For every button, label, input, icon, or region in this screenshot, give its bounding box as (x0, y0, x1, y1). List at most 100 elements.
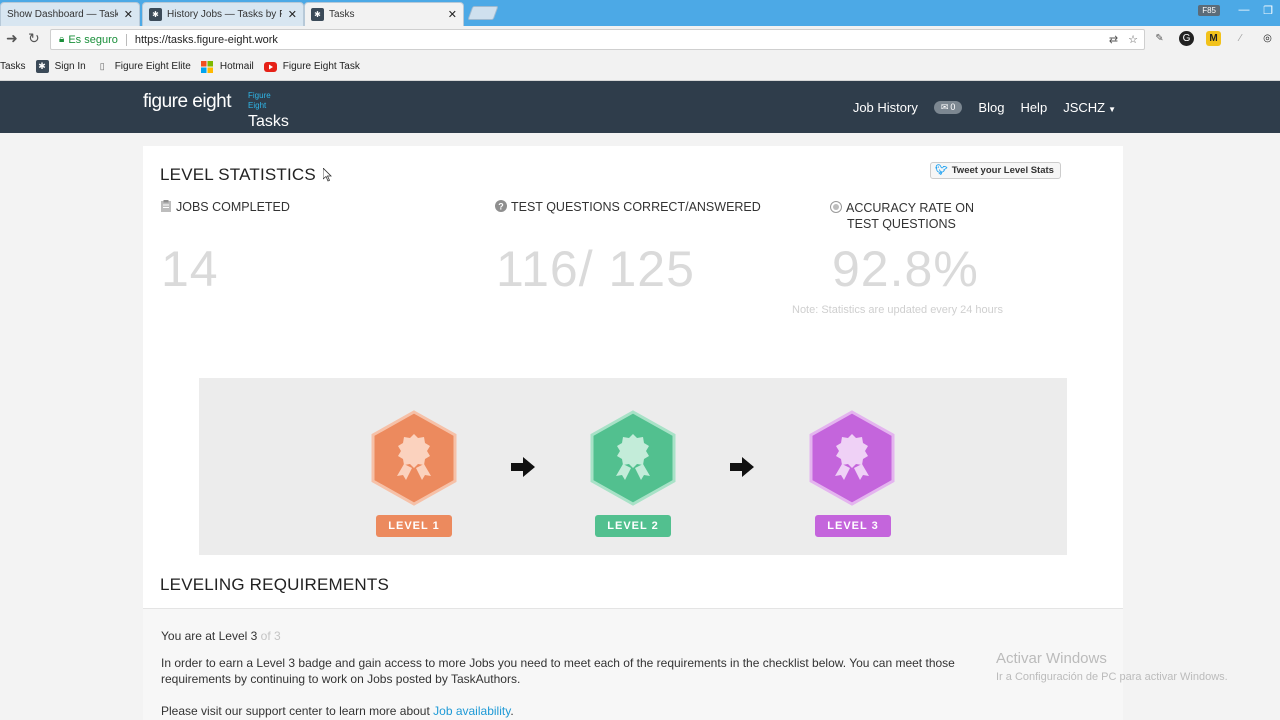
lock-icon: 🔒︎ (59, 34, 65, 45)
level-statistics-panel: LEVEL STATISTICS 🐦︎ Tweet your Level Sta… (143, 146, 1123, 608)
description-line: In order to earn a Level 3 badge and gai… (161, 656, 955, 670)
bookmark-hotmail[interactable]: Hotmail (201, 60, 254, 73)
close-icon[interactable]: ✕ (124, 8, 133, 21)
page-title: LEVEL STATISTICS (160, 165, 316, 184)
close-icon[interactable]: ✕ (288, 8, 297, 21)
figure-eight-favicon-icon: ✱ (35, 60, 49, 73)
url-bar[interactable]: 🔒︎ Es seguro https://tasks.figure-eight.… (50, 29, 1145, 50)
figure-eight-favicon-icon: ✱ (311, 8, 324, 21)
close-icon[interactable]: ✕ (448, 8, 457, 21)
nav-blog[interactable]: Blog (978, 100, 1004, 115)
accuracy-label: ACCURACY RATE ON TEST QUESTIONS (830, 200, 974, 232)
bookmark-figure-eight-task[interactable]: Figure Eight Task (263, 60, 360, 73)
mouse-cursor-icon (323, 168, 332, 182)
windows-logo-icon (201, 60, 214, 73)
figure-eight-favicon-icon: ✱ (149, 8, 162, 21)
support-prefix: Please visit our support center to learn… (161, 704, 430, 718)
stat-label: TEST QUESTIONS (847, 217, 956, 231)
bookmark-label: Hotmail (219, 61, 254, 72)
grammarly-icon[interactable]: G (1179, 31, 1194, 46)
level-2-label: LEVEL 2 (595, 515, 671, 537)
watermark-title: Activar Windows (996, 650, 1107, 667)
question-circle-icon: ? (495, 200, 507, 212)
divider (125, 33, 127, 46)
feather-extension-icon[interactable]: ⁄ (1233, 31, 1248, 46)
secure-label: Es seguro (68, 33, 118, 46)
test-questions-value: 116/ 125 (496, 241, 695, 297)
requirements-description: In order to earn a Level 3 badge and gai… (161, 655, 1121, 687)
jobs-completed-value: 14 (161, 241, 219, 297)
stat-label: JOBS COMPLETED (176, 200, 290, 214)
youtube-icon (263, 60, 277, 73)
user-name: JSCHZ (1063, 99, 1106, 115)
current-level: You are at Level 3 (161, 629, 258, 643)
svg-text:?: ? (498, 201, 504, 211)
logo-tasks: Tasks (248, 113, 289, 130)
target-icon (830, 201, 842, 213)
tweet-level-stats-button[interactable]: 🐦︎ Tweet your Level Stats (930, 162, 1061, 179)
arrow-right-icon (511, 457, 535, 477)
support-suffix: . (510, 704, 514, 718)
bookmark-star-icon[interactable]: ☆ (1128, 33, 1138, 46)
leveling-requirements-title: LEVELING REQUIREMENTS (160, 575, 390, 594)
bookmarks-bar: Tasks ✱ Sign In ▯ Figure Eight Elite Hotma… (0, 53, 1280, 81)
level-1-badge-icon (371, 410, 457, 506)
nav-job-history[interactable]: Job History (853, 100, 918, 115)
address-bar-row: ➜ ↻ 🔒︎ Es seguro https://tasks.figure-ei… (0, 26, 1280, 53)
bookmark-label: Sign In (54, 61, 86, 72)
page-icon: ▯ (99, 61, 105, 71)
support-text: Please visit our support center to learn… (161, 704, 514, 718)
bookmark-label: Figure Eight Task (282, 61, 360, 72)
logo-sub: Figure Eight (248, 91, 271, 111)
messages-count: 0 (950, 102, 956, 112)
tab-history-jobs[interactable]: ✱ History Jobs — Tasks by F ✕ (142, 2, 304, 26)
tab-show-dashboard[interactable]: Show Dashboard — Task ✕ (0, 2, 140, 26)
level-progression: LEVEL 1 LEVEL 2 LEVEL 3 (199, 378, 1067, 555)
tab-label: Show Dashboard — Task (7, 9, 118, 20)
bookmark-label: Tasks (0, 61, 26, 72)
stat-label: ACCURACY RATE ON (846, 201, 975, 215)
window-controls: F85 — ❐ (1198, 0, 1280, 20)
level-total: of 3 (260, 629, 281, 643)
level-3-label: LEVEL 3 (815, 515, 891, 537)
job-availability-link[interactable]: Job availability (433, 704, 510, 718)
windows-activation-watermark: Activar Windows Ir a Configuración de PC… (996, 650, 1228, 683)
bookmark-figure-eight-elite[interactable]: ▯ Figure Eight Elite (96, 60, 191, 73)
logo-sub-line: Figure (248, 91, 271, 100)
current-level-text: You are at Level 3 of 3 (161, 629, 281, 643)
user-menu[interactable]: JSCHZ ▼ (1063, 100, 1116, 115)
figure-eight-logo[interactable]: figure eight (143, 91, 232, 113)
level-2-badge-icon (590, 410, 676, 506)
messages-button[interactable]: ✉ 0 (933, 100, 963, 114)
extension-icons: ✎ G M ⁄ ◎ (1152, 31, 1275, 46)
nav-help[interactable]: Help (1020, 100, 1047, 115)
bookmark-sign-in[interactable]: ✱ Sign In (35, 60, 86, 73)
minimize-icon[interactable]: — (1232, 4, 1256, 16)
pen-extension-icon[interactable]: ✎ (1152, 31, 1167, 46)
reload-icon[interactable]: ↻ (28, 30, 40, 47)
browser-tab-bar: Show Dashboard — Task ✕ ✱ History Jobs —… (0, 0, 1280, 26)
envelope-icon: ✉ (940, 101, 949, 112)
caret-down-icon: ▼ (1108, 104, 1116, 114)
translate-icon[interactable]: ⇄ (1109, 33, 1118, 46)
tab-label: Tasks (329, 9, 355, 20)
bookmark-label: Figure Eight Elite (114, 61, 191, 72)
tab-tasks[interactable]: ✱ Tasks ✕ (304, 2, 464, 26)
twitter-bird-icon: 🐦︎ (935, 165, 948, 176)
sync-extension-icon[interactable]: ◎ (1260, 31, 1275, 46)
test-questions-label: ? TEST QUESTIONS CORRECT/ANSWERED (495, 200, 761, 214)
site-header: figure eight Figure Eight Tasks Job Hist… (0, 81, 1280, 133)
accuracy-value: 92.8% (832, 241, 979, 297)
m-extension-icon[interactable]: M (1206, 31, 1221, 46)
arrow-right-icon (730, 457, 754, 477)
url-text[interactable]: https://tasks.figure-eight.work (135, 34, 278, 46)
stat-label: TEST QUESTIONS CORRECT/ANSWERED (511, 200, 761, 214)
description-line: requirements by continuing to work on Jo… (161, 672, 521, 686)
bookmark-tasks[interactable]: Tasks (0, 61, 26, 72)
level-1-label: LEVEL 1 (376, 515, 452, 537)
new-tab-button[interactable] (467, 6, 499, 20)
jobs-completed-label: JOBS COMPLETED (160, 200, 290, 214)
restore-icon[interactable]: ❐ (1256, 4, 1280, 17)
forward-icon[interactable]: ➜ (6, 30, 18, 47)
profile-badge[interactable]: F85 (1198, 4, 1220, 16)
